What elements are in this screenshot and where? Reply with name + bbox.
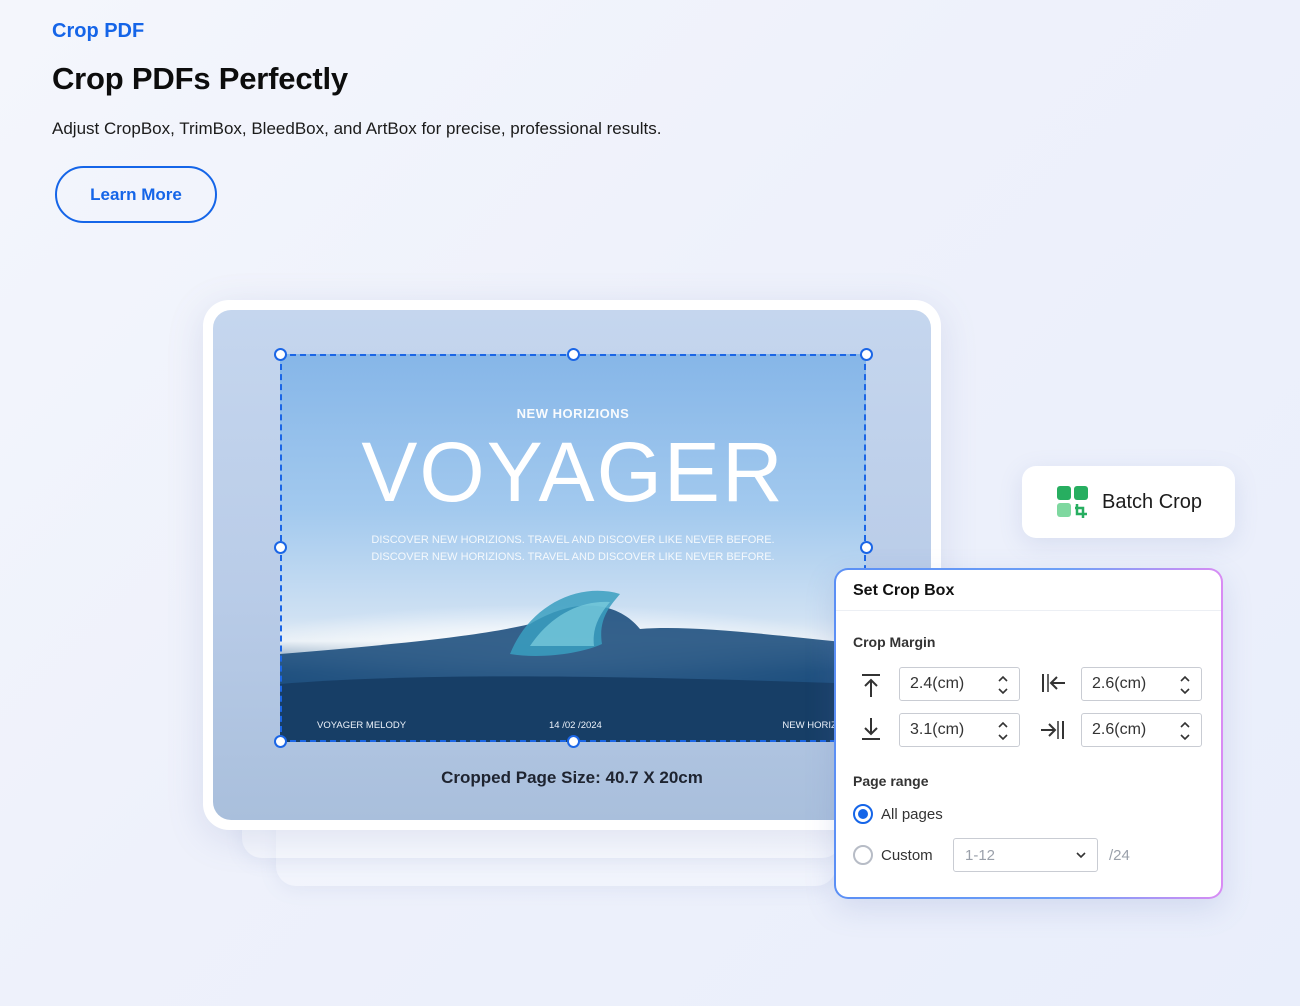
page-title: Crop PDFs Perfectly	[52, 61, 348, 96]
crop-handle-top-left[interactable]	[274, 348, 287, 361]
batch-crop-button[interactable]: Batch Crop	[1022, 466, 1235, 538]
spinner-icon[interactable]	[1179, 719, 1191, 743]
crop-margin-label: Crop Margin	[853, 634, 936, 650]
batch-crop-label: Batch Crop	[1102, 490, 1203, 513]
all-pages-option[interactable]: All pages	[853, 804, 943, 824]
crop-handle-bottom[interactable]	[567, 735, 580, 748]
cropped-size-label: Cropped Page Size: 40.7 X 20cm	[441, 768, 703, 787]
panel-title: Set Crop Box	[853, 582, 955, 599]
crop-right-input[interactable]: 2.6(cm)	[1081, 713, 1202, 747]
crop-bottom-icon	[862, 718, 880, 740]
crop-handle-right[interactable]	[860, 541, 873, 554]
page-range-label: Page range	[853, 773, 929, 789]
custom-option[interactable]: Custom	[853, 845, 933, 865]
hero: Crop PDF Crop PDFs Perfectly Adjust Crop…	[52, 20, 661, 139]
crop-top-input[interactable]: 2.4(cm)	[899, 667, 1020, 701]
eyebrow: Crop PDF	[52, 20, 145, 42]
crop-top-icon	[862, 674, 880, 697]
batch-crop-icon	[1057, 486, 1088, 518]
crop-handle-top[interactable]	[567, 348, 580, 361]
crop-handle-top-right[interactable]	[860, 348, 873, 361]
crop-left-icon	[1042, 674, 1065, 692]
custom-range-select[interactable]: 1-12	[953, 838, 1098, 872]
learn-more-button[interactable]: Learn More	[55, 166, 217, 223]
preview-screen: NEW HORIZIONS VOYAGER DISCOVER NEW HORIZ…	[213, 310, 931, 820]
crop-right-value: 2.6(cm)	[1092, 721, 1147, 738]
crop-frame[interactable]	[280, 354, 866, 742]
crop-top-value: 2.4(cm)	[910, 675, 965, 692]
crop-bottom-input[interactable]: 3.1(cm)	[899, 713, 1020, 747]
crop-handle-bottom-left[interactable]	[274, 735, 287, 748]
crop-handle-left[interactable]	[274, 541, 287, 554]
spinner-icon[interactable]	[997, 719, 1009, 743]
crop-box-panel: Set Crop Box Crop Margin 2.4(cm) 2.6(cm)	[834, 568, 1223, 899]
chevron-down-icon	[1076, 852, 1086, 859]
divider	[836, 610, 1221, 611]
preview-card: NEW HORIZIONS VOYAGER DISCOVER NEW HORIZ…	[203, 300, 941, 830]
total-pages: /24	[1109, 847, 1130, 864]
custom-radio[interactable]	[853, 845, 873, 865]
all-pages-label: All pages	[881, 805, 943, 823]
crop-left-value: 2.6(cm)	[1092, 675, 1147, 692]
custom-label: Custom	[881, 846, 933, 864]
spinner-icon[interactable]	[997, 673, 1009, 697]
custom-range-value: 1-12	[965, 846, 996, 864]
spinner-icon[interactable]	[1179, 673, 1191, 697]
crop-left-input[interactable]: 2.6(cm)	[1081, 667, 1202, 701]
crop-bottom-value: 3.1(cm)	[910, 721, 965, 738]
page-subtitle: Adjust CropBox, TrimBox, BleedBox, and A…	[52, 119, 662, 138]
crop-right-icon	[1041, 721, 1064, 739]
all-pages-radio[interactable]	[853, 804, 873, 824]
